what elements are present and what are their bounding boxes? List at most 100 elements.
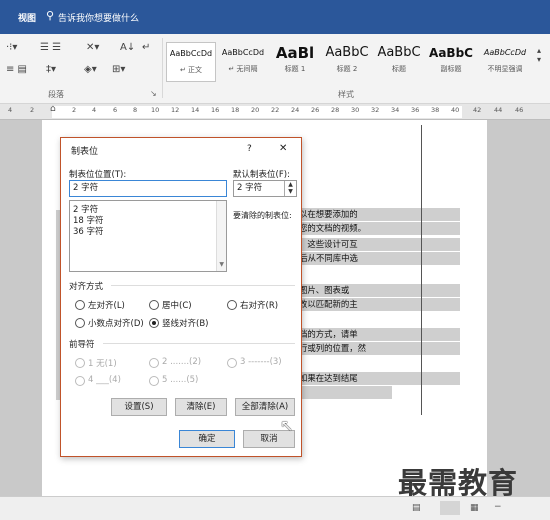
radio-label[interactable]: 竖线对齐(B) bbox=[162, 317, 208, 329]
ruler-tick: 30 bbox=[351, 106, 360, 114]
borders-icon[interactable]: ⊞▾ bbox=[112, 64, 125, 75]
tell-me-box[interactable]: 告诉我你想要做什么 bbox=[58, 11, 139, 24]
ruler-tick: 8 bbox=[133, 106, 138, 114]
default-tab-label: 默认制表位(F): bbox=[233, 170, 290, 180]
ruler-tick: 4 bbox=[8, 106, 13, 114]
radio-align-bar[interactable] bbox=[149, 318, 159, 328]
style-subtitle[interactable]: AaBbC 副标题 bbox=[426, 42, 476, 82]
radio-align-decimal[interactable] bbox=[75, 318, 85, 328]
radio-label[interactable]: 居中(C) bbox=[162, 299, 192, 311]
ruler-tick: 2 bbox=[72, 106, 77, 114]
tabs-dialog: 制表位 ? ✕ 制表位位置(T): 2 字符 2 字符 18 字符 36 字符 … bbox=[60, 137, 302, 457]
tab-position-list[interactable]: 2 字符 18 字符 36 字符 ▼ bbox=[69, 200, 227, 272]
help-button[interactable]: ? bbox=[247, 144, 252, 154]
dialog-launcher-icon[interactable]: ↘ bbox=[150, 89, 157, 98]
status-bar: ▤ ▦ − bbox=[0, 496, 550, 520]
chinese-layout-icon[interactable]: ✕▾ bbox=[86, 42, 99, 53]
list-item[interactable]: 36 字符 bbox=[73, 225, 104, 237]
radio-label: 4 ___(4) bbox=[88, 375, 121, 385]
group-label-styles: 样式 bbox=[338, 90, 354, 99]
radio-leader-2[interactable] bbox=[149, 358, 159, 368]
indent-icon[interactable]: ☰ ☰ bbox=[40, 42, 61, 53]
title-bar: 视图 ⚲ 告诉我你想要做什么 bbox=[0, 0, 550, 34]
ruler-tick: 40 bbox=[451, 106, 460, 114]
ok-button[interactable]: 确定 bbox=[179, 430, 235, 448]
sort-icon[interactable]: A↓ bbox=[120, 42, 135, 53]
read-mode-icon[interactable]: ▤ bbox=[412, 503, 421, 513]
print-layout-icon[interactable] bbox=[440, 501, 460, 515]
close-button[interactable]: ✕ bbox=[279, 143, 287, 154]
radio-leader-5[interactable] bbox=[149, 376, 159, 386]
radio-leader-4[interactable] bbox=[75, 376, 85, 386]
web-layout-icon[interactable]: ▦ bbox=[470, 503, 479, 513]
clear-button[interactable]: 清除(E) bbox=[175, 398, 227, 416]
radio-align-left[interactable] bbox=[75, 300, 85, 310]
ribbon: ·⁝▾ ☰ ☰ ✕▾ A↓ ↵ ≡ ▤ ‡▾ ◈▾ ⊞▾ 段落 ↘ AaBbCc… bbox=[0, 34, 550, 104]
ruler-tick: 38 bbox=[431, 106, 440, 114]
ruler-tick: 28 bbox=[331, 106, 340, 114]
mouse-cursor-icon: ↖ bbox=[280, 416, 294, 435]
divider bbox=[111, 285, 295, 286]
line-spacing-icon[interactable]: ‡▾ bbox=[46, 64, 56, 75]
indent-marker-icon[interactable]: ⌂ bbox=[50, 104, 56, 114]
ruler-tick: 14 bbox=[191, 106, 200, 114]
style-heading-1[interactable]: AaBl 标题 1 bbox=[270, 42, 320, 82]
lightbulb-icon: ⚲ bbox=[46, 9, 55, 22]
dialog-title: 制表位 bbox=[71, 147, 99, 157]
ruler-tick: 46 bbox=[515, 106, 524, 114]
set-button[interactable]: 设置(S) bbox=[111, 398, 167, 416]
radio-leader-3[interactable] bbox=[227, 358, 237, 368]
radio-label: 1 无(1) bbox=[88, 359, 117, 369]
ruler-tick: 10 bbox=[151, 106, 160, 114]
bullets-icon[interactable]: ·⁝▾ bbox=[6, 42, 17, 53]
alignment-label: 对齐方式 bbox=[69, 282, 104, 292]
style-heading-2[interactable]: AaBbC 标题 2 bbox=[322, 42, 372, 82]
tab-position-input[interactable]: 2 字符 bbox=[69, 180, 227, 197]
bar-tab-line bbox=[421, 125, 422, 415]
tab-position-label: 制表位位置(T): bbox=[69, 170, 127, 180]
spinner-arrows-icon[interactable]: ▲ ▼ bbox=[284, 181, 296, 196]
radio-align-center[interactable] bbox=[149, 300, 159, 310]
ruler-tick: 42 bbox=[473, 106, 482, 114]
tab-view[interactable]: 视图 bbox=[18, 11, 36, 24]
radio-label: 5 ......(5) bbox=[162, 375, 199, 385]
ruler-tick: 12 bbox=[171, 106, 180, 114]
radio-label[interactable]: 右对齐(R) bbox=[240, 299, 278, 311]
radio-label[interactable]: 小数点对齐(D) bbox=[88, 317, 144, 329]
clear-tabs-label: 要清除的制表位: bbox=[233, 211, 292, 220]
divider bbox=[103, 343, 295, 344]
leader-label: 前导符 bbox=[69, 340, 95, 350]
radio-leader-1[interactable] bbox=[75, 358, 85, 368]
chevron-down-icon[interactable]: ▼ bbox=[219, 261, 224, 268]
style-normal[interactable]: AaBbCcDd ↵ 正文 bbox=[166, 42, 216, 82]
style-subtle-emphasis[interactable]: AaBbCcDd 不明显强调 bbox=[478, 42, 532, 82]
radio-align-right[interactable] bbox=[227, 300, 237, 310]
ruler-tick: 2 bbox=[30, 106, 35, 114]
ruler-tick: 18 bbox=[231, 106, 240, 114]
align-icon[interactable]: ≡ ▤ bbox=[6, 64, 27, 75]
ruler-tick: 32 bbox=[371, 106, 380, 114]
radio-label: 3 -------(3) bbox=[240, 357, 282, 367]
ruler-tick: 22 bbox=[271, 106, 280, 114]
radio-label[interactable]: 左对齐(L) bbox=[88, 299, 125, 311]
shading-icon[interactable]: ◈▾ bbox=[84, 64, 97, 75]
ruler-tick: 44 bbox=[494, 106, 503, 114]
ruler-tick: 6 bbox=[113, 106, 118, 114]
clear-all-button[interactable]: 全部清除(A) bbox=[235, 398, 295, 416]
radio-label: 2 .......(2) bbox=[162, 357, 202, 367]
ruler-tick: 16 bbox=[211, 106, 220, 114]
ruler-tick: 4 bbox=[92, 106, 97, 114]
style-no-spacing[interactable]: AaBbCcDd ↵ 无间隔 bbox=[218, 42, 268, 82]
zoom-out-icon[interactable]: − bbox=[494, 502, 502, 512]
show-marks-icon[interactable]: ↵ bbox=[142, 42, 150, 53]
ruler-tick: 24 bbox=[291, 106, 300, 114]
style-title[interactable]: AaBbC 标题 bbox=[374, 42, 424, 82]
ruler-tick: 34 bbox=[391, 106, 400, 114]
ruler-tick: 36 bbox=[411, 106, 420, 114]
group-divider bbox=[162, 38, 163, 98]
group-label-paragraph: 段落 bbox=[48, 90, 64, 99]
ruler-tick: 26 bbox=[311, 106, 320, 114]
ruler[interactable]: 4 2 ⌂ 2 4 6 8 10 12 14 16 18 20 22 24 26… bbox=[0, 104, 550, 120]
ruler-tick: 20 bbox=[251, 106, 260, 114]
styles-scroll-icon[interactable]: ▴ ▾ bbox=[537, 46, 541, 64]
